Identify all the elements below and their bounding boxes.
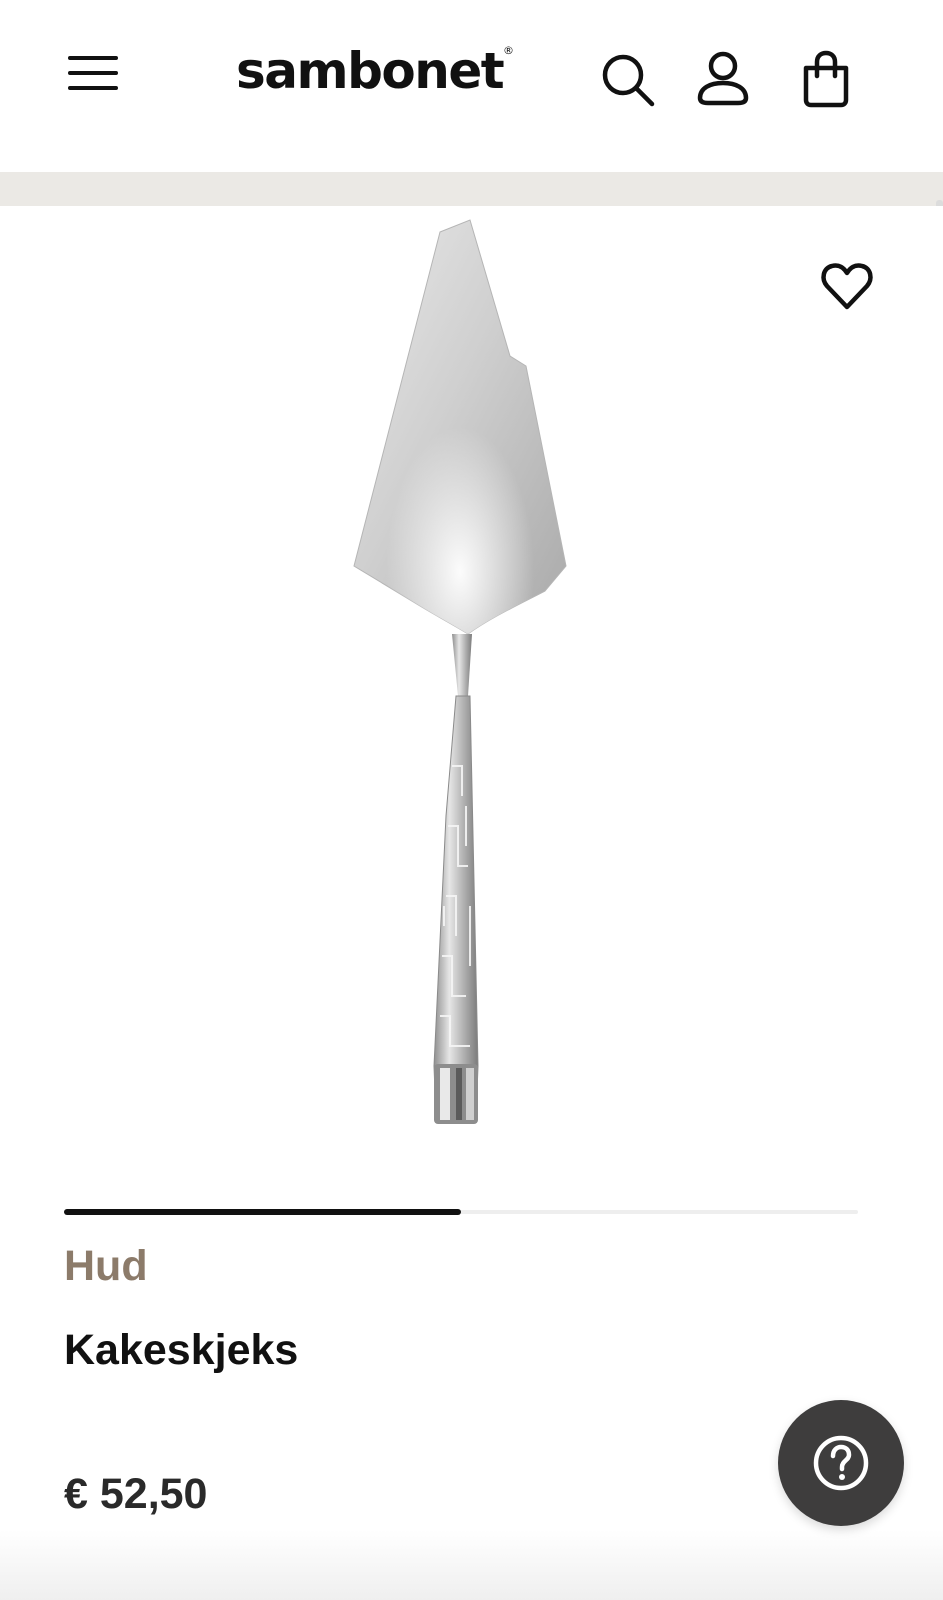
collection-name[interactable]: Hud [64, 1238, 148, 1294]
shopping-bag-icon[interactable] [797, 50, 855, 108]
header-divider-band [0, 172, 943, 206]
user-icon[interactable] [694, 50, 752, 108]
brand-logo[interactable]: sambonet [236, 38, 505, 104]
bottom-fade [0, 1530, 943, 1600]
question-mark-icon [813, 1435, 869, 1491]
gallery-progress-bar [64, 1209, 858, 1215]
gallery-progress-fill [64, 1209, 461, 1215]
site-header: sambonet ® [0, 0, 943, 173]
hamburger-menu-icon[interactable] [64, 52, 122, 94]
search-icon[interactable] [598, 50, 656, 108]
product-title: Kakeskjeks [64, 1326, 299, 1374]
product-price: € 52,50 [64, 1470, 208, 1518]
help-button[interactable] [778, 1400, 904, 1526]
product-page: sambonet ® Hud Kakeskjeks € 52,50 [0, 0, 943, 1600]
heart-icon[interactable] [818, 257, 876, 315]
registered-mark: ® [503, 44, 514, 57]
product-image-carousel[interactable] [0, 206, 943, 1176]
cake-server-image [353, 219, 567, 1124]
